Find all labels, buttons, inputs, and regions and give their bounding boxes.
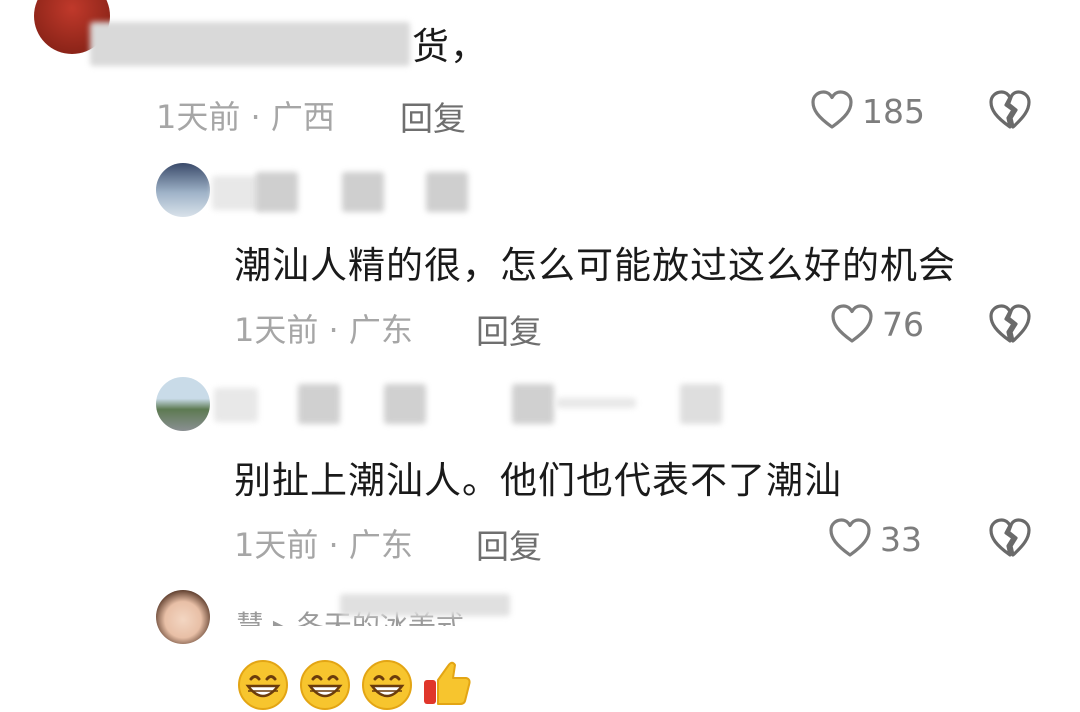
- heart-outline-icon[interactable]: [828, 300, 876, 348]
- broken-heart-icon[interactable]: [986, 300, 1034, 348]
- comment-text: 潮汕人精的很，怎么可能放过这么好的机会: [234, 244, 956, 287]
- blurred-comment-text: [90, 22, 410, 66]
- grinning-face-emoji: [238, 660, 288, 710]
- blurred-username: [342, 172, 384, 212]
- location-label: 广西: [270, 98, 335, 136]
- comment-text: 货，: [412, 25, 488, 68]
- comment-time: 1天前 · 广东: [234, 520, 413, 566]
- thumbs-up-emoji: [424, 661, 471, 705]
- separator-dot: ·: [250, 98, 261, 136]
- blurred-username: [556, 398, 636, 408]
- heart-outline-icon[interactable]: [826, 514, 874, 562]
- broken-heart-icon[interactable]: [986, 86, 1034, 134]
- blurred-username: [298, 384, 340, 424]
- heart-outline-icon[interactable]: [808, 86, 856, 134]
- blurred-username: [214, 388, 258, 422]
- avatar[interactable]: [156, 590, 210, 644]
- reply-button[interactable]: 回复: [476, 520, 542, 568]
- grinning-face-emoji: [362, 660, 412, 710]
- like-count: 33: [880, 520, 922, 559]
- blurred-username: [212, 176, 262, 210]
- time-label: 1天前: [156, 98, 241, 136]
- avatar[interactable]: [156, 377, 210, 431]
- comment-time: 1天前 · 广西: [156, 92, 335, 138]
- blurred-username: [384, 384, 426, 424]
- broken-heart-icon[interactable]: [986, 514, 1034, 562]
- separator-dot: ·: [328, 311, 339, 349]
- comment-text: 别扯上潮汕人。他们也代表不了潮汕: [234, 459, 842, 502]
- location-label: 广东: [348, 526, 413, 564]
- separator-dot: ·: [328, 526, 339, 564]
- location-label: 广东: [348, 311, 413, 349]
- avatar[interactable]: [156, 163, 210, 217]
- reply-button[interactable]: 回复: [476, 305, 542, 353]
- blurred-username: [680, 384, 722, 424]
- grinning-face-emoji: [300, 660, 350, 710]
- blurred-username: [256, 172, 298, 212]
- comment-time: 1天前 · 广东: [234, 305, 413, 351]
- time-label: 1天前: [234, 311, 319, 349]
- reply-button[interactable]: 回复: [400, 92, 466, 140]
- blurred-username: [512, 384, 554, 424]
- like-count: 76: [882, 305, 924, 344]
- blurred-username: [340, 594, 510, 616]
- time-label: 1天前: [234, 526, 319, 564]
- like-count: 185: [862, 92, 925, 131]
- blurred-username: [426, 172, 468, 212]
